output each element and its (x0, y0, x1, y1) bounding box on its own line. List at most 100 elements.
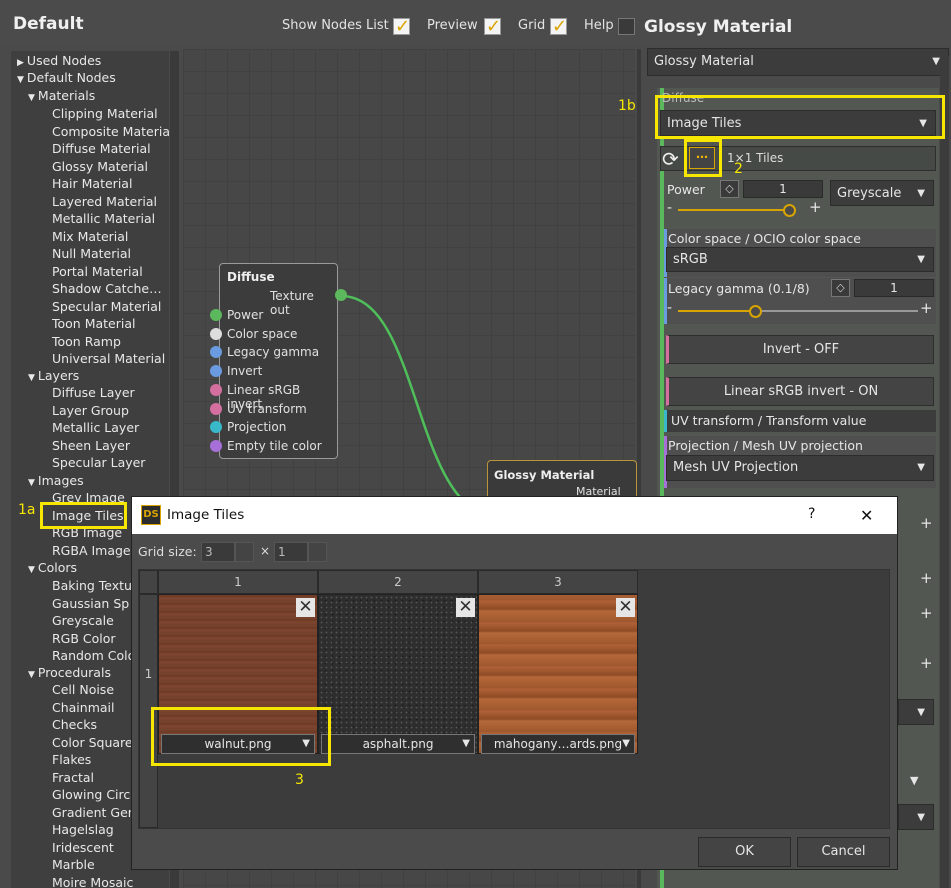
legacy-gamma-slider-handle[interactable] (748, 305, 762, 318)
plus-icon[interactable]: + (920, 514, 933, 532)
grid-cols-field[interactable]: 3 (201, 542, 235, 562)
refresh-icon[interactable]: ⟳ (662, 147, 679, 171)
plus-icon[interactable]: + (920, 654, 933, 672)
tree-layers[interactable]: ▼ Layers (28, 367, 79, 384)
grid-rows-stepper[interactable] (308, 542, 327, 562)
tree-materials[interactable]: ▼ Materials (28, 87, 95, 104)
diffuse-node[interactable]: Diffuse Texture out Power Color space Lega… (219, 263, 338, 459)
hidden-select[interactable]: ▼ (898, 804, 934, 830)
tree-item[interactable]: Metallic Layer (52, 419, 139, 436)
keyframe-icon[interactable]: ◇ (831, 279, 850, 297)
remove-tile-icon[interactable]: ✕ (296, 598, 315, 617)
tree-item[interactable]: Sheen Layer (52, 437, 130, 454)
glossy-material-node[interactable]: Glossy Material Material out (487, 460, 637, 511)
tree-item[interactable]: Clipping Material (52, 105, 158, 122)
tree-item[interactable]: Toon Ramp (52, 333, 121, 350)
power-value[interactable]: 1 (743, 180, 823, 198)
projection-select[interactable]: Mesh UV Projection ▼ (666, 455, 934, 481)
grid-cols-stepper[interactable] (235, 542, 254, 562)
tree-item[interactable]: Layered Material (52, 193, 157, 210)
tree-item[interactable]: Fractal (52, 769, 94, 786)
tree-item[interactable]: Specular Layer (52, 454, 145, 471)
tree-item[interactable]: Layer Group (52, 402, 129, 419)
tree-item[interactable]: Portal Material (52, 263, 143, 280)
linear-srgb-invert-button[interactable]: Linear sRGB invert - ON (666, 377, 934, 406)
help-icon[interactable]: ? (808, 506, 815, 522)
tree-item[interactable]: Diffuse Material (52, 140, 151, 157)
tree-used-nodes[interactable]: ▶ Used Nodes (17, 52, 101, 69)
color-space-select[interactable]: sRGB ▼ (666, 247, 934, 272)
keyframe-icon[interactable]: ◇ (720, 180, 739, 198)
tree-item[interactable]: Glossy Material (52, 158, 148, 175)
tree-procedurals[interactable]: ▼ Procedurals (28, 664, 111, 681)
invert-button[interactable]: Invert - OFF (666, 335, 934, 364)
minus-icon[interactable]: - (667, 200, 672, 216)
power-slider-track[interactable] (678, 209, 796, 211)
tree-item[interactable]: Toon Material (52, 315, 135, 332)
tree-images[interactable]: ▼ Images (28, 472, 84, 489)
tree-item[interactable]: Color Square (52, 734, 133, 751)
tree-item[interactable]: RGB Color (52, 630, 116, 647)
tree-item[interactable]: Metallic Material (52, 210, 155, 227)
legacy-gamma-value[interactable]: 1 (854, 279, 934, 297)
tree-item[interactable]: Null Material (52, 245, 131, 262)
material-select[interactable]: Glossy Material ▼ (647, 48, 949, 76)
tree-item[interactable]: Gaussian Sp (52, 595, 129, 612)
plus-icon[interactable]: + (809, 198, 822, 216)
grid-checkbox[interactable] (550, 16, 567, 37)
plus-icon[interactable]: + (920, 604, 933, 622)
panel-scrollbar[interactable] (940, 56, 949, 888)
tree-item[interactable]: Universal Material (52, 350, 165, 367)
tree-colors[interactable]: ▼ Colors (28, 559, 77, 576)
tree-item[interactable]: Iridescent (52, 839, 114, 856)
tree-item[interactable]: Hagelslag (52, 821, 114, 838)
close-icon[interactable]: ✕ (860, 506, 873, 525)
hidden-select[interactable]: ▼ (898, 699, 934, 725)
tree-item[interactable]: Flakes (52, 751, 91, 768)
tree-item[interactable]: Specular Material (52, 298, 161, 315)
power-mode-select[interactable]: Greyscale ▼ (830, 180, 934, 206)
tree-item[interactable]: Moire Mosaic (52, 874, 133, 888)
dropdown-arrow-icon[interactable]: ▼ (910, 774, 918, 787)
tree-item[interactable]: Chainmail (52, 699, 115, 716)
remove-tile-icon[interactable]: ✕ (456, 598, 475, 617)
diffuse-input-port[interactable] (210, 309, 222, 321)
tree-item[interactable]: Diffuse Layer (52, 384, 135, 401)
diffuse-input-port[interactable] (210, 327, 222, 340)
diffuse-input-port[interactable] (210, 402, 222, 415)
tree-item[interactable]: RGBA Image (52, 542, 131, 559)
tree-item[interactable]: Glowing Circ (52, 786, 130, 803)
tile-asphalt-preview[interactable] (318, 594, 478, 754)
tile-mahogany-select[interactable]: mahogany…ards.png ▼ (481, 734, 635, 754)
diffuse-input-port[interactable] (210, 365, 222, 378)
preview-checkbox[interactable] (484, 16, 501, 37)
help-checkbox[interactable] (618, 18, 635, 35)
diffuse-input-port[interactable] (210, 439, 222, 452)
show-nodes-list-checkbox[interactable] (393, 16, 410, 37)
tree-item[interactable]: Cell Noise (52, 681, 114, 698)
plus-icon[interactable]: + (920, 299, 933, 317)
tree-item[interactable]: Gradient Gen (52, 804, 136, 821)
tile-mahogany-preview[interactable] (478, 594, 638, 754)
uv-transform-row[interactable]: UV transform / Transform value (664, 410, 936, 432)
minus-icon[interactable]: - (667, 300, 672, 316)
remove-tile-icon[interactable]: ✕ (616, 598, 635, 617)
tree-item[interactable]: Greyscale (52, 612, 114, 629)
tree-item[interactable]: Baking Textur (52, 577, 137, 594)
tree-item[interactable]: Shadow Catche… (52, 280, 162, 297)
plus-icon[interactable]: + (920, 569, 933, 587)
tree-item[interactable]: Composite Material (52, 123, 169, 140)
tree-default-nodes[interactable]: ▼ Default Nodes (17, 69, 116, 86)
tree-item[interactable]: Mix Material (52, 228, 128, 245)
tile-asphalt-select[interactable]: asphalt.png ▼ (321, 734, 475, 754)
power-slider-handle[interactable] (783, 204, 797, 217)
grid-rows-field[interactable]: 1 (274, 542, 308, 562)
tree-item[interactable]: Checks (52, 716, 97, 733)
cancel-button[interactable]: Cancel (797, 837, 890, 867)
ok-button[interactable]: OK (698, 837, 791, 867)
texture-out-port[interactable] (335, 289, 347, 301)
tree-item[interactable]: Random Colo (52, 647, 135, 664)
diffuse-input-port[interactable] (210, 383, 222, 396)
tree-item[interactable]: Hair Material (52, 175, 132, 192)
tree-item[interactable]: Marble (52, 856, 95, 873)
